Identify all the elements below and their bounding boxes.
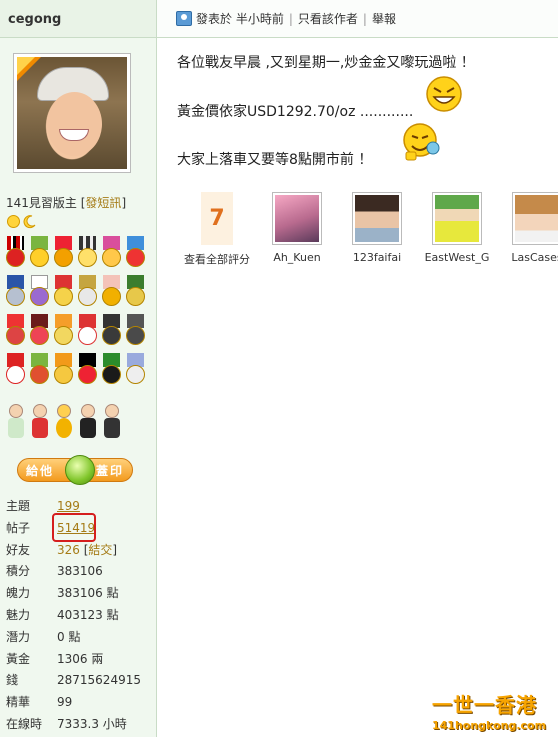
- rater-name[interactable]: Ah_Kuen: [273, 251, 320, 264]
- stat-row: 黃金 1306 兩: [6, 651, 104, 666]
- medal-icon[interactable]: [53, 236, 74, 270]
- add-friend-link[interactable]: 結交: [88, 543, 112, 557]
- medal-icon[interactable]: [29, 236, 50, 270]
- medal-icon[interactable]: [125, 314, 146, 348]
- mascot-icon[interactable]: [30, 402, 50, 440]
- medal-icon[interactable]: [29, 314, 50, 348]
- medal-icon[interactable]: [53, 353, 74, 387]
- site-watermark: 一世一香港 141hongkong.com: [432, 689, 556, 735]
- stat-row: 魅力 403123 點: [6, 607, 119, 622]
- rater[interactable]: LasCases: [497, 192, 558, 267]
- mascot-icon[interactable]: [78, 402, 98, 440]
- rater-name[interactable]: 123faifai: [353, 251, 401, 264]
- rater[interactable]: 123faifai: [337, 192, 417, 267]
- medal-icon[interactable]: [53, 275, 74, 309]
- rating-panel: 7 查看全部評分 Ah_Kuen 123faifai EastWest_G La…: [177, 192, 558, 267]
- watermark-url: 141hongkong.com: [432, 719, 547, 732]
- mascot-icon[interactable]: [54, 402, 74, 440]
- rater[interactable]: EastWest_G: [417, 192, 497, 267]
- avatar[interactable]: [13, 53, 131, 173]
- rater-avatar[interactable]: [352, 192, 402, 245]
- stat-row: 潛力 0 點: [6, 629, 81, 644]
- medal-icon[interactable]: [101, 236, 122, 270]
- stat-row: 魄力 383106 點: [6, 586, 119, 601]
- medal-icon[interactable]: [77, 236, 98, 270]
- stat-row: 積分 383106: [6, 564, 103, 579]
- rating-count: 7: [201, 192, 233, 245]
- give-label: 給他: [26, 463, 55, 478]
- medal-icon[interactable]: [77, 314, 98, 348]
- sun-icon: [6, 214, 21, 229]
- medal-icon[interactable]: [29, 353, 50, 387]
- medal-icon[interactable]: [5, 236, 26, 270]
- watermark-title: 一世一香港: [432, 693, 537, 717]
- post-time: 發表於 半小時前: [196, 12, 284, 26]
- medal-icon[interactable]: [125, 275, 146, 309]
- mascot-icon[interactable]: [6, 402, 26, 440]
- stamp-label: 蓋印: [95, 463, 124, 478]
- moon-icon: [22, 214, 37, 229]
- medal-icon[interactable]: [77, 353, 98, 387]
- report-link[interactable]: 舉報: [372, 10, 396, 27]
- rater-avatar[interactable]: [272, 192, 322, 245]
- medal-icon[interactable]: [5, 275, 26, 309]
- mascot-badges: [6, 402, 122, 440]
- friends-link[interactable]: 326: [57, 543, 80, 557]
- stat-row: 在線時 7333.3 小時: [6, 716, 127, 731]
- rater-avatar[interactable]: [512, 192, 558, 245]
- send-pm-link[interactable]: 發短訊: [85, 196, 121, 210]
- medal-icon[interactable]: [101, 314, 122, 348]
- medal-icon[interactable]: [53, 314, 74, 348]
- medal-icon[interactable]: [5, 353, 26, 387]
- stat-row: 好友 326 [結交]: [6, 542, 118, 557]
- username[interactable]: cegong: [0, 0, 156, 38]
- post-line: 各位戰友早晨 ,又到星期一,炒金金又嚟玩過啦 ！: [177, 55, 475, 71]
- rater-name[interactable]: LasCases: [511, 251, 558, 264]
- medal-icon[interactable]: [5, 314, 26, 348]
- post-meta-bar: 發表於 半小時前 | 只看該作者 | 舉報: [157, 0, 558, 38]
- medal-icon[interactable]: [101, 275, 122, 309]
- rating-total[interactable]: 7 查看全部評分: [177, 192, 257, 267]
- red-highlight-circle: [52, 513, 96, 542]
- post-line: 黃金價依家USD1292.70/oz ............: [177, 104, 414, 120]
- profile-sidebar: cegong 141見習版主 [發短訊] 給他 蓋印 主題 199 帖子 514…: [0, 0, 157, 737]
- medal-icon[interactable]: [29, 275, 50, 309]
- rank-ribbon-icon: [17, 57, 41, 81]
- medal-icon[interactable]: [125, 236, 146, 270]
- mascot-icon[interactable]: [102, 402, 122, 440]
- green-orb-icon: [65, 455, 95, 485]
- rater-name[interactable]: EastWest_G: [425, 251, 490, 264]
- lollipop-emoji-icon: [403, 123, 440, 161]
- post-line: 大家上落車又要等8點開市前 ！: [177, 152, 373, 168]
- view-all-ratings-link[interactable]: 查看全部評分: [184, 251, 250, 267]
- stat-row: 錢 28715624915: [6, 673, 141, 688]
- stat-row: 精華 99: [6, 695, 73, 710]
- give-stamp-button[interactable]: 給他 蓋印: [17, 455, 133, 485]
- medal-icon[interactable]: [101, 353, 122, 387]
- level-icons: [6, 214, 37, 229]
- medal-grid: [5, 236, 153, 387]
- author-only-link[interactable]: 只看該作者: [298, 10, 358, 27]
- rater[interactable]: Ah_Kuen: [257, 192, 337, 267]
- grin-emoji-icon: [426, 76, 462, 112]
- medal-icon[interactable]: [77, 275, 98, 309]
- user-icon: [176, 11, 192, 26]
- user-rank: 141見習版主 [發短訊]: [6, 196, 127, 210]
- rater-avatar[interactable]: [432, 192, 482, 245]
- medal-icon[interactable]: [125, 353, 146, 387]
